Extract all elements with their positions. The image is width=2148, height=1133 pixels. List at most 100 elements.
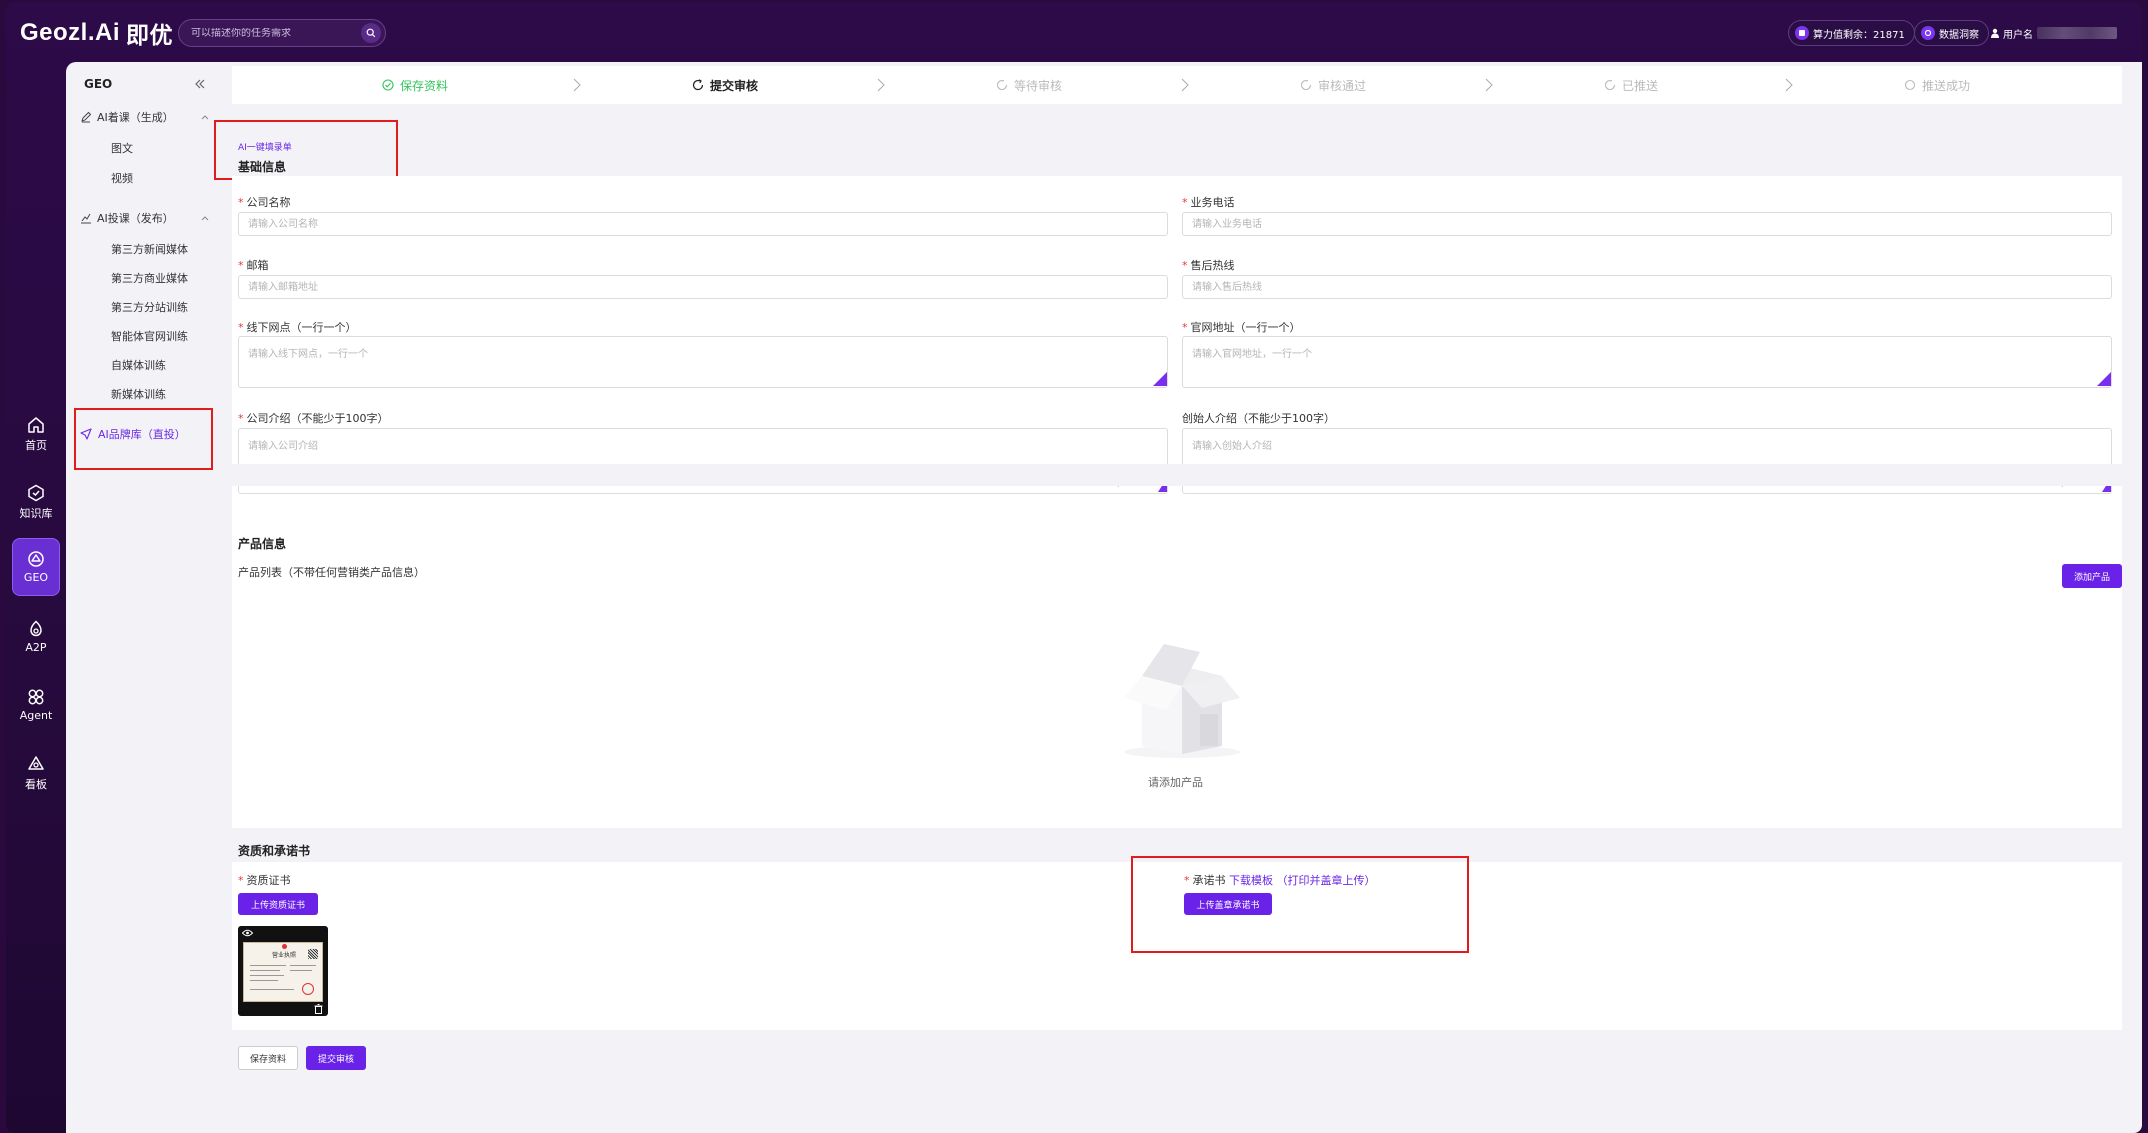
sidebar-header: GEO bbox=[84, 72, 206, 96]
sidebar-group-publish-label: AI投课（发布） bbox=[97, 212, 174, 225]
cert-document-image: 营业执照 bbox=[243, 942, 323, 1002]
sidebar-item-video[interactable]: 视频 bbox=[111, 168, 133, 188]
email-input[interactable] bbox=[238, 275, 1168, 299]
sidebar-item-third-substation[interactable]: 第三方分站训练 bbox=[111, 297, 188, 317]
sidebar-item-self-media[interactable]: 自媒体训练 bbox=[111, 355, 166, 375]
upload-cert-button[interactable]: 上传资质证书 bbox=[238, 893, 318, 915]
chevron-right-icon bbox=[573, 78, 581, 92]
sidebar-item-third-business[interactable]: 第三方商业媒体 bbox=[111, 268, 188, 288]
company-name-label: * 公司名称 bbox=[238, 196, 291, 209]
geo-sidebar: GEO AI着课（生成） 图文 视频 AI投课（发布） 第三方新闻媒体 第三方商… bbox=[66, 62, 218, 1133]
sidebar-group-generate-label: AI着课（生成） bbox=[97, 111, 174, 124]
hotline-input[interactable] bbox=[1182, 275, 2112, 299]
logo[interactable]: Geozl.Ai 即优 bbox=[20, 16, 173, 50]
main-content: 保存资料 提交审核 等待审核 审核通过 已推送 推送成功 AI一键填录单 基础信… bbox=[214, 62, 2142, 1133]
step-label: 提交审核 bbox=[710, 78, 759, 93]
data-insight-button[interactable]: 数据洞察 bbox=[1914, 20, 1989, 46]
logo-cn: 即优 bbox=[126, 22, 174, 48]
knowledge-icon bbox=[28, 484, 44, 501]
circle-icon bbox=[1904, 79, 1916, 91]
agent-icon bbox=[28, 689, 44, 705]
email-label: * 邮箱 bbox=[238, 259, 269, 272]
sidebar-item-third-news[interactable]: 第三方新闻媒体 bbox=[111, 239, 188, 259]
phone-input[interactable] bbox=[1182, 212, 2112, 236]
resize-handle-icon[interactable] bbox=[2097, 372, 2111, 386]
sidebar-group-publish[interactable]: AI投课（发布） bbox=[80, 207, 210, 229]
delete-icon[interactable] bbox=[314, 1004, 323, 1014]
nav-a2p-label: A2P bbox=[25, 641, 47, 654]
sidebar-title: GEO bbox=[84, 77, 113, 91]
label-text: 公司名称 bbox=[246, 196, 291, 209]
sidebar-group-generate[interactable]: AI着课（生成） bbox=[80, 106, 210, 128]
chevron-right-icon bbox=[1181, 78, 1189, 92]
sidebar-item-label: 视频 bbox=[111, 172, 133, 185]
hotline-label: * 售后热线 bbox=[1182, 259, 1235, 272]
eye-icon[interactable] bbox=[242, 929, 253, 937]
phone-label: * 业务电话 bbox=[1182, 196, 1235, 209]
compute-label: 算力值剩余：21871 bbox=[1813, 29, 1905, 41]
nav-agent[interactable]: Agent bbox=[12, 676, 60, 734]
sidebar-item-label: 自媒体训练 bbox=[111, 359, 166, 372]
nav-geo-label: GEO bbox=[23, 571, 49, 584]
product-list-label: 产品列表（不带任何营销类产品信息） bbox=[238, 566, 425, 579]
home-icon bbox=[28, 416, 44, 433]
nav-a2p[interactable]: A2P bbox=[12, 608, 60, 666]
empty-box-icon bbox=[1124, 644, 1240, 758]
step-push-success: 推送成功 bbox=[1904, 66, 1970, 104]
sidebar-item-agent-site[interactable]: 智能体官网训练 bbox=[111, 326, 188, 346]
offline-label: * 线下网点（一行一个） bbox=[238, 321, 357, 334]
cert-thumbnail[interactable]: 营业执照 bbox=[238, 926, 328, 1016]
cert-seal bbox=[302, 983, 314, 995]
loading-icon bbox=[997, 80, 1008, 91]
website-textarea[interactable] bbox=[1182, 336, 2112, 388]
chart-icon bbox=[80, 212, 92, 224]
geo-icon bbox=[28, 551, 44, 567]
empty-product-text: 请添加产品 bbox=[1148, 776, 1203, 789]
submit-button[interactable]: 提交审核 bbox=[306, 1046, 366, 1070]
step-label: 推送成功 bbox=[1922, 78, 1971, 93]
search-box bbox=[178, 19, 386, 47]
save-button[interactable]: 保存资料 bbox=[238, 1046, 298, 1070]
qr-code-icon bbox=[308, 949, 318, 959]
data-insight-label: 数据洞察 bbox=[1939, 29, 1979, 41]
founder-label: 创始人介绍（不能少于100字） bbox=[1182, 410, 1335, 426]
sidebar-item-label: 第三方新闻媒体 bbox=[111, 243, 188, 256]
search-icon[interactable] bbox=[361, 23, 381, 43]
user-menu[interactable]: 用户名 bbox=[1990, 22, 2117, 44]
sidebar-item-new-media[interactable]: 新媒体训练 bbox=[111, 384, 166, 404]
insight-icon bbox=[1921, 26, 1935, 40]
sidebar-item-image-text[interactable]: 图文 bbox=[111, 138, 133, 158]
sidebar-item-label: 第三方分站训练 bbox=[111, 301, 188, 314]
sidebar-item-label: 图文 bbox=[111, 142, 133, 155]
add-product-button[interactable]: 添加产品 bbox=[2062, 564, 2122, 588]
loading-icon bbox=[692, 79, 704, 91]
sidebar-item-label: 第三方商业媒体 bbox=[111, 272, 188, 285]
dashboard-icon bbox=[28, 755, 44, 770]
product-info-title: 产品信息 bbox=[238, 537, 287, 551]
nav-dashboard[interactable]: 看板 bbox=[12, 744, 60, 802]
user-icon bbox=[1991, 28, 1999, 38]
logo-text: Geozl.Ai bbox=[20, 19, 121, 46]
step-approved: 审核通过 bbox=[1300, 66, 1366, 104]
compute-balance-badge[interactable]: 算力值剩余：21871 bbox=[1788, 20, 1915, 46]
label-text: 公司介绍（不能少于100字） bbox=[246, 412, 389, 425]
website-label: * 官网地址（一行一个） bbox=[1182, 321, 1301, 334]
nav-home[interactable]: 首页 bbox=[12, 405, 60, 463]
collapse-icon[interactable] bbox=[194, 78, 206, 90]
basic-info-card: *公司名称 *业务电话 *邮箱 *售后热线 *线下网点（一行一个） *官网地址（… bbox=[232, 176, 2122, 580]
nav-geo[interactable]: GEO bbox=[12, 538, 60, 596]
pen-icon bbox=[80, 111, 92, 123]
label-text: 资质证书 bbox=[246, 874, 291, 887]
compute-icon bbox=[1795, 26, 1809, 40]
resize-handle-icon[interactable] bbox=[1153, 372, 1167, 386]
step-label: 已推送 bbox=[1622, 78, 1659, 93]
company-name-input[interactable] bbox=[238, 212, 1168, 236]
label-text: 官网地址（一行一个） bbox=[1190, 321, 1301, 334]
offline-textarea[interactable] bbox=[238, 336, 1168, 388]
step-pushed: 已推送 bbox=[1604, 66, 1658, 104]
search-input[interactable] bbox=[191, 27, 361, 39]
user-name: 用户名 bbox=[2003, 29, 2033, 41]
label-text: 邮箱 bbox=[246, 259, 269, 272]
chevron-up-icon bbox=[201, 216, 209, 221]
nav-knowledge[interactable]: 知识库 bbox=[12, 473, 60, 531]
